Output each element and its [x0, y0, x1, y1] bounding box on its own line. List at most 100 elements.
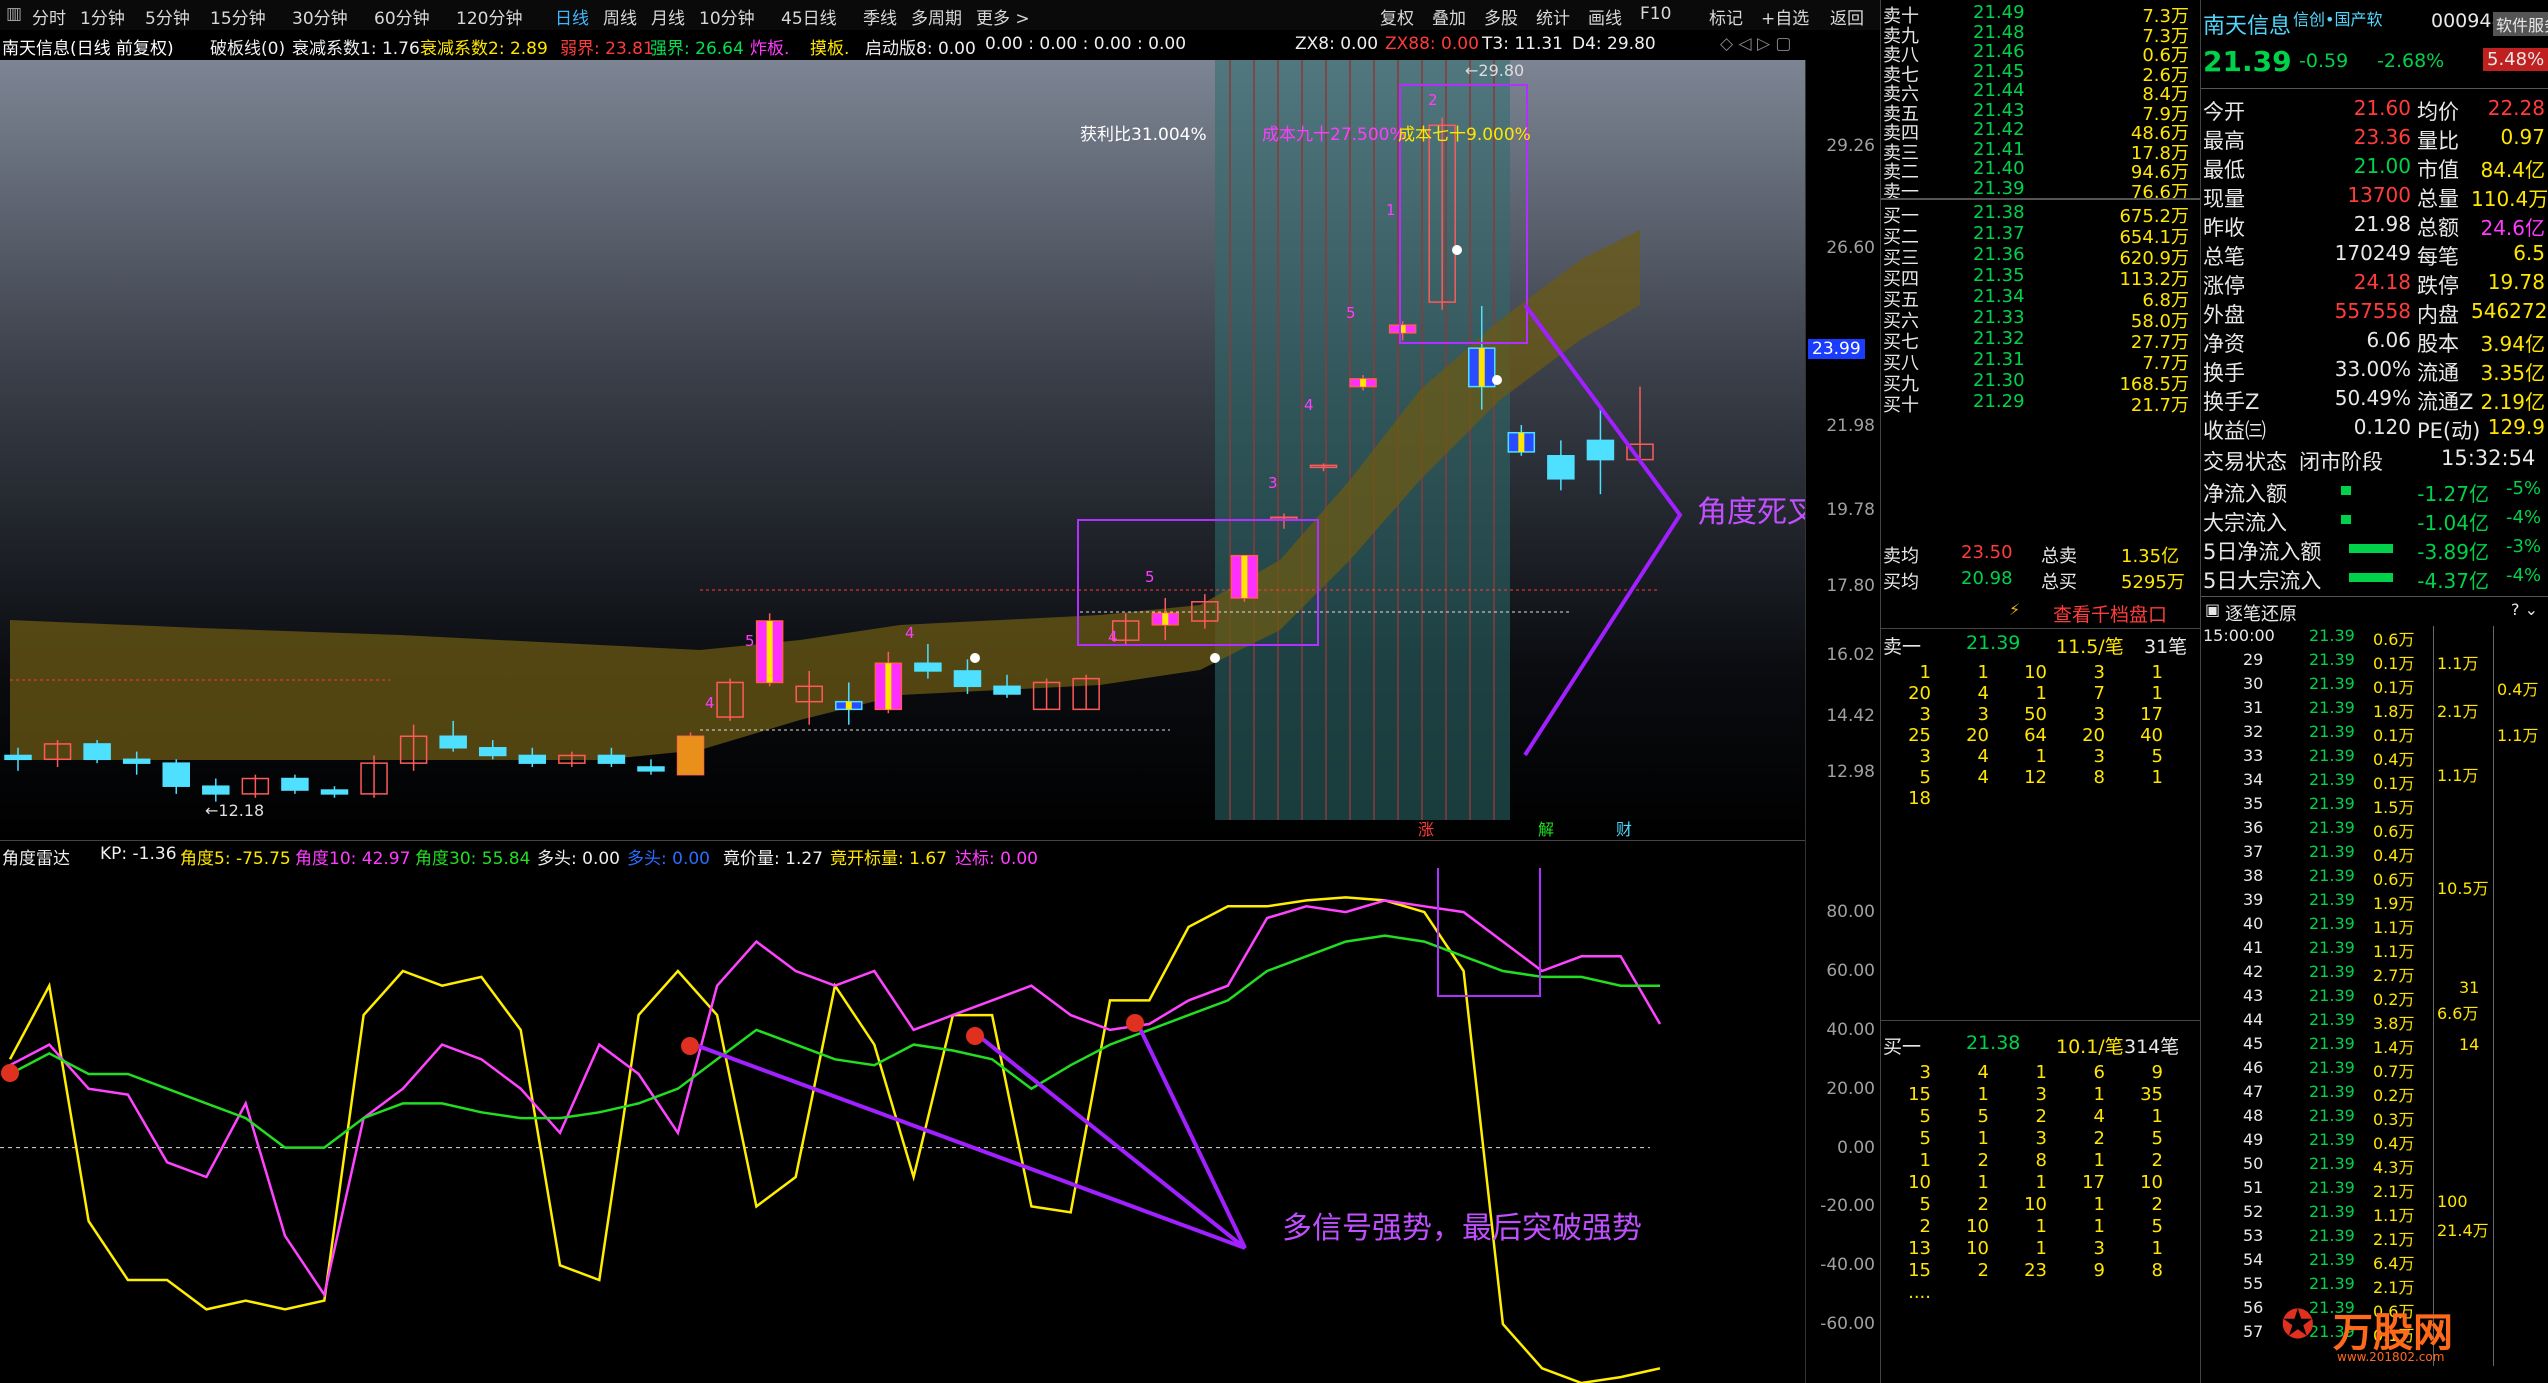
tick-price-12: 21.39 — [2309, 914, 2355, 933]
tick-price-0: 21.39 — [2309, 626, 2355, 645]
tick-time-11: 39 — [2243, 890, 2264, 909]
toolbar-item-8[interactable]: 返回 — [1830, 4, 1864, 29]
tick-vol-22: 4.3万 — [2373, 1158, 2415, 1177]
event-badge-cai: 财 — [1616, 820, 1632, 839]
buy1-cell: 10 — [1966, 1216, 1989, 1237]
tick-price-18: 21.39 — [2309, 1058, 2355, 1077]
stat-label2-9: 流通 — [2417, 361, 2459, 385]
sell1-cell: 18 — [1908, 788, 1931, 809]
stat-label2-8: 股本 — [2417, 332, 2459, 356]
stock-tags: 信创•国产软 — [2293, 10, 2383, 29]
period-tab-9[interactable]: 月线 — [651, 4, 685, 29]
period-tab-1[interactable]: 1分钟 — [80, 4, 125, 29]
period-tab-11[interactable]: 45日线 — [781, 4, 837, 29]
avg-buy-price: 20.98 — [1961, 568, 2013, 589]
indicator-header: 角度雷达 KP: -1.36 角度5: -75.75 角度10: 42.97 角度30:… — [0, 840, 1805, 869]
period-tab-13[interactable]: 多周期 — [911, 4, 962, 29]
sell1-cell: 4 — [1977, 767, 1989, 788]
buy1-cell: 2 — [2035, 1106, 2047, 1127]
price-tick: 16.02 — [1826, 644, 1875, 665]
toolbar-item-0[interactable]: 复权 — [1380, 4, 1414, 29]
tick-vol-3: 1.8万 — [2373, 702, 2415, 721]
sell1-cell: 3 — [2093, 704, 2105, 725]
tick-price-13: 21.39 — [2309, 938, 2355, 957]
buy1-hdr-2: 10.1/笔 — [2056, 1036, 2124, 1058]
tick-price-4: 21.39 — [2309, 722, 2355, 741]
tick-vol-17: 1.4万 — [2373, 1038, 2415, 1057]
sell1-cell: 25 — [1908, 725, 1931, 746]
avg-sell-label: 卖均 — [1883, 546, 1919, 567]
info-item-8: 0.00 : 0.00 : 0.00 : 0.00 — [985, 34, 1187, 54]
toolbar-item-3[interactable]: 统计 — [1536, 4, 1570, 29]
sell1-cell: 3 — [1919, 746, 1931, 767]
ask-price-0: 21.49 — [1973, 2, 2025, 23]
buy1-cell: 2 — [2151, 1194, 2163, 1215]
sell1-cell: 50 — [2024, 704, 2047, 725]
candle-body — [993, 685, 1021, 695]
tick-vol-0: 0.6万 — [2373, 630, 2415, 649]
buy1-cell: 15 — [1908, 1260, 1931, 1281]
bid-price-3: 21.35 — [1973, 265, 2025, 286]
signal-marker — [681, 1037, 699, 1055]
tick-restore-tab[interactable]: 逐笔还原 — [2225, 600, 2297, 626]
period-tab-14[interactable]: 更多 > — [976, 4, 1030, 29]
toolbar-item-4[interactable]: 画线 — [1588, 4, 1622, 29]
toolbar-item-1[interactable]: 叠加 — [1432, 4, 1466, 29]
series-line-2 — [9, 934, 1660, 1149]
tick-menu-icon[interactable]: ? ⌄ — [2511, 600, 2538, 619]
sell1-cell: 20 — [1908, 683, 1931, 704]
buy1-cell: 3 — [2035, 1128, 2047, 1149]
period-tab-5[interactable]: 60分钟 — [374, 4, 430, 29]
toolbar-item-2[interactable]: 多股 — [1484, 4, 1518, 29]
flow-label-1: 大宗流入 — [2203, 511, 2287, 535]
stat-label-11: 收益㈢ — [2203, 419, 2266, 443]
price-tick: 12.98 — [1826, 761, 1875, 782]
stat-label-6: 涨停 — [2203, 274, 2245, 298]
angle-radar-panel[interactable]: 多信号强势，最后突破强势 — [0, 868, 1805, 1383]
tick-price-19: 21.39 — [2309, 1082, 2355, 1101]
sell1-cell: 1 — [1977, 662, 1989, 683]
price-marker: 23.99 — [1808, 338, 1865, 359]
tick-time-15: 43 — [2243, 986, 2264, 1005]
tick-vol-1: 0.1万 — [2373, 654, 2415, 673]
toolbar-item-6[interactable]: 标记 — [1709, 4, 1743, 29]
angle-radar-svg: 多信号强势，最后突破强势 — [0, 868, 1662, 1383]
period-tab-2[interactable]: 5分钟 — [145, 4, 190, 29]
tick-time-13: 41 — [2243, 938, 2264, 957]
period-tab-3[interactable]: 15分钟 — [210, 4, 266, 29]
candle-number-label: 4 — [705, 694, 715, 712]
tick-time-28: 56 — [2243, 1298, 2264, 1317]
tick-vol-26: 6.4万 — [2373, 1254, 2415, 1273]
chart-nav-icons[interactable]: ◇ ◁ ▷ ▢ — [1720, 34, 1792, 54]
buy1-cell: 8 — [2035, 1150, 2047, 1171]
period-tab-4[interactable]: 30分钟 — [292, 4, 348, 29]
candle-body — [1547, 455, 1575, 480]
stat-val-11: 0.120 — [2353, 415, 2411, 439]
period-tab-10[interactable]: 10分钟 — [699, 4, 755, 29]
stat-val-3: 13700 — [2347, 183, 2411, 207]
period-tab-0[interactable]: 分时 — [32, 4, 66, 29]
period-tab-8[interactable]: 周线 — [603, 4, 637, 29]
candle-body — [281, 777, 309, 791]
candle-body — [320, 789, 349, 795]
stat-val-1: 23.36 — [2353, 125, 2411, 149]
tick-vol-13: 1.1万 — [2373, 942, 2415, 961]
buy1-cell: 13 — [1908, 1238, 1931, 1259]
layout-icon[interactable]: ▥ — [6, 4, 22, 24]
buy1-hdr-0: 买一 — [1883, 1036, 1922, 1058]
toolbar-item-5[interactable]: F10 — [1640, 4, 1671, 24]
buy1-cell: 10 — [1908, 1172, 1931, 1193]
tick-vol-8: 0.6万 — [2373, 822, 2415, 841]
kline-chart-panel[interactable]: 4 5 4 4 5 3 4 5 1 2 获利比31.004% 成本九十27.500% 成本七十9.000… — [0, 60, 1805, 840]
toolbar-item-7[interactable]: +自选 — [1761, 4, 1809, 29]
ind-field-a10: 角度10: 42.97 — [295, 849, 411, 869]
period-tab-7[interactable]: 日线 — [555, 4, 589, 29]
period-tab-6[interactable]: 120分钟 — [456, 4, 522, 29]
tick-vol-23: 2.1万 — [2373, 1182, 2415, 1201]
period-tab-12[interactable]: 季线 — [863, 4, 897, 29]
view-depth-button[interactable]: 查看千档盘口 — [2053, 600, 2167, 627]
tick-time-6: 34 — [2243, 770, 2264, 789]
avg-sell-price: 23.50 — [1961, 542, 2013, 563]
sell1-cell: 5 — [2151, 746, 2163, 767]
price-tick: 17.80 — [1826, 576, 1875, 597]
